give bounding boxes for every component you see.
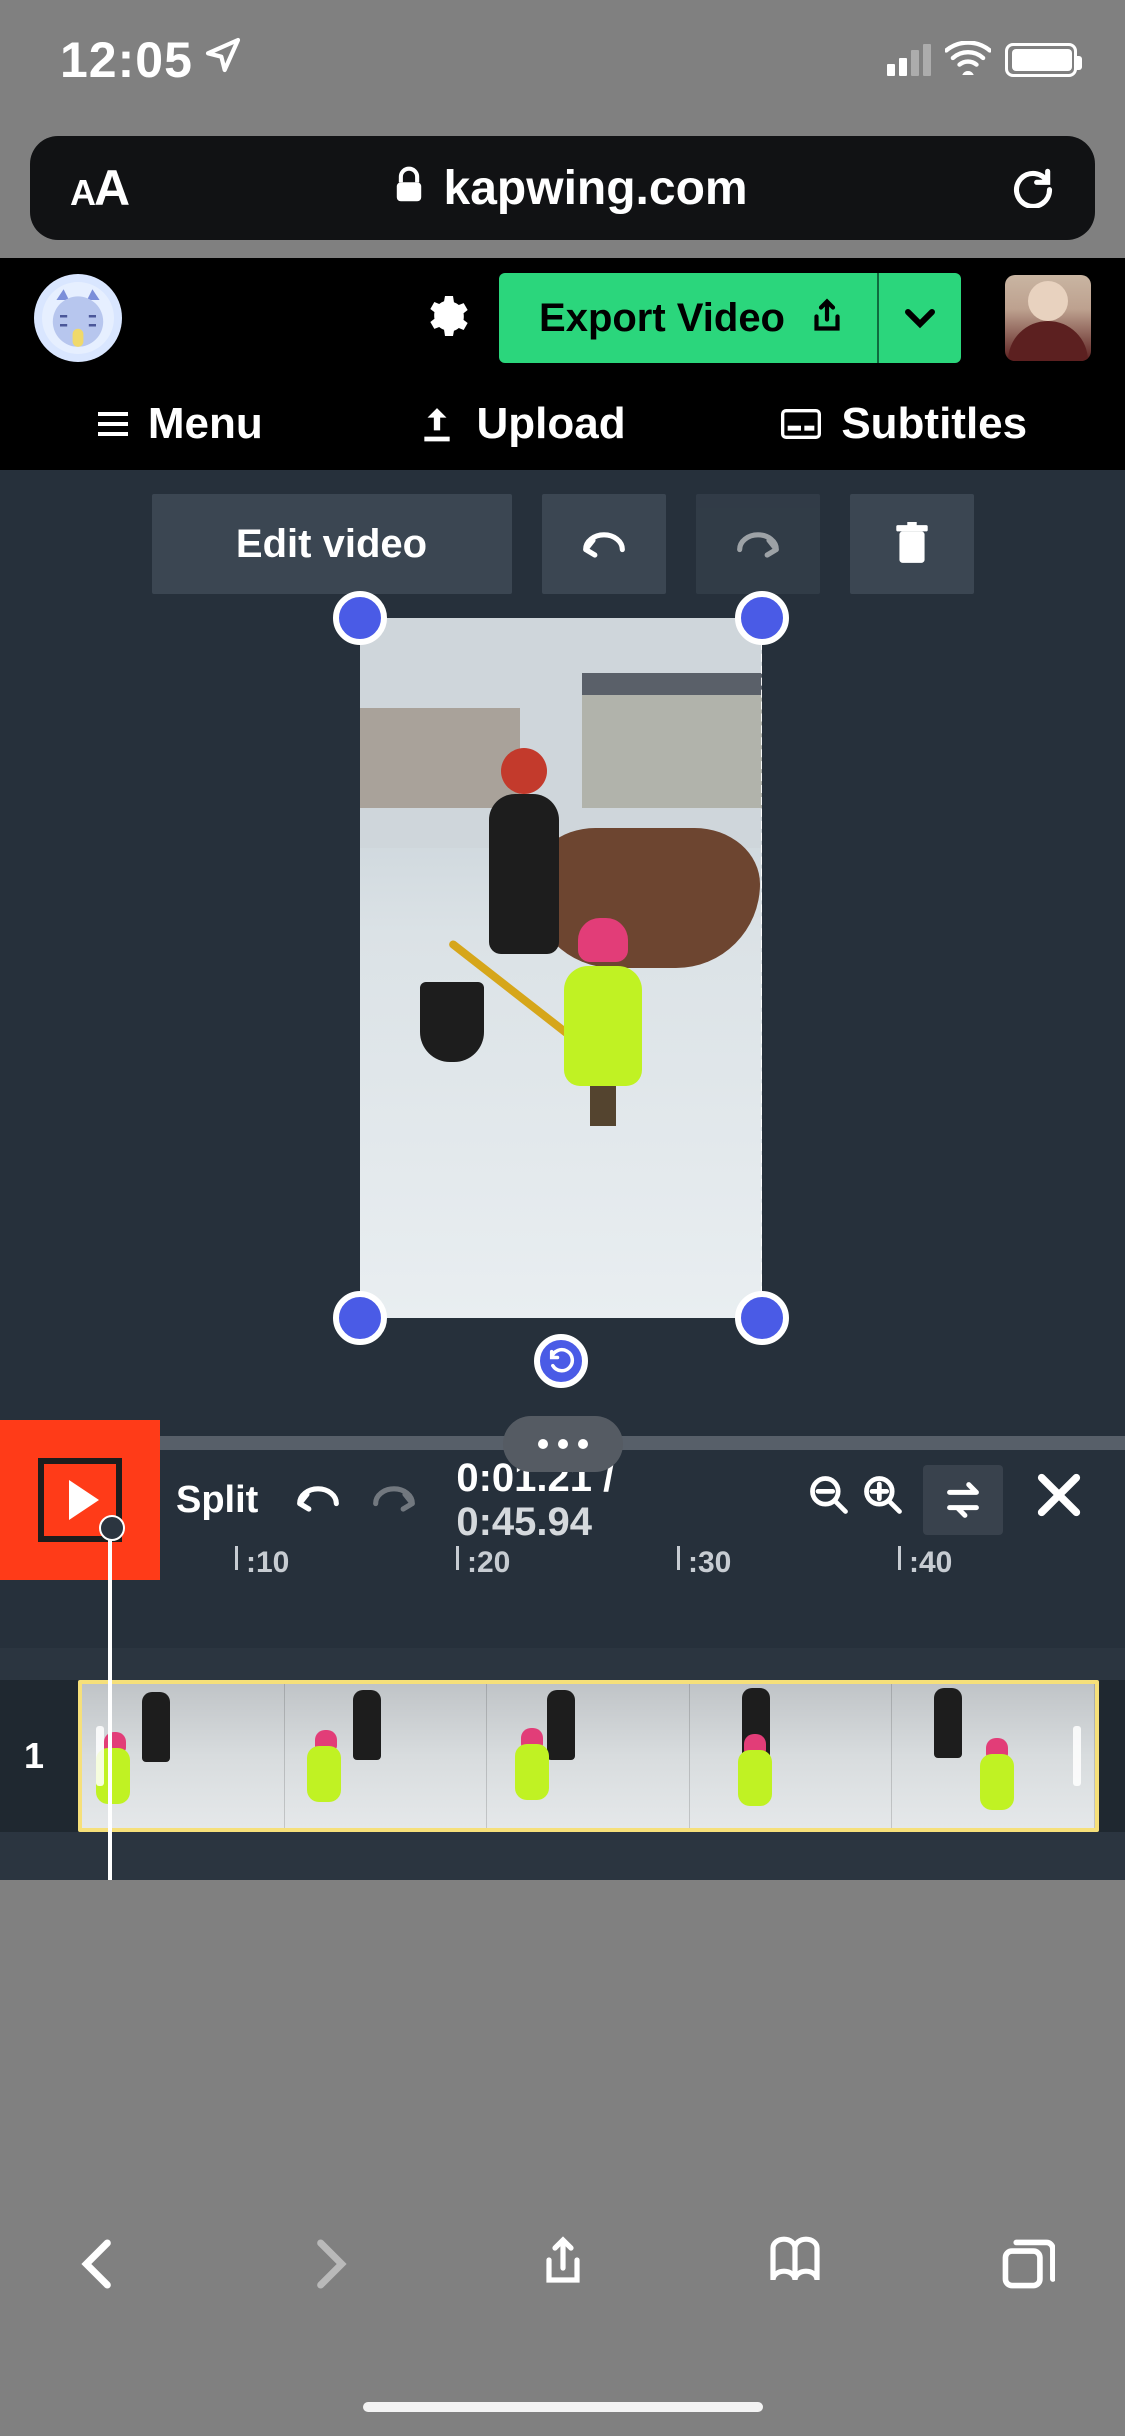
timeline-ruler[interactable]: :10 :20 :30 :40 <box>160 1546 1125 1606</box>
subtitles-icon <box>781 408 821 440</box>
ruler-tick: :10 <box>235 1546 289 1570</box>
video-preview[interactable] <box>360 618 762 1318</box>
app-menubar: Menu Upload Subtitles <box>0 378 1125 470</box>
zoom-in-icon <box>861 1473 905 1517</box>
edit-video-button[interactable]: Edit video <box>152 494 512 594</box>
status-time: 12:05 <box>60 31 193 89</box>
resize-handle-tr[interactable] <box>735 591 789 645</box>
share-icon <box>535 2236 591 2292</box>
subtitles-button[interactable]: Subtitles <box>781 399 1027 449</box>
lock-icon <box>392 161 426 216</box>
battery-icon <box>1005 43 1077 77</box>
export-label: Export Video <box>539 296 785 341</box>
fit-icon <box>940 1481 986 1519</box>
chevron-right-icon <box>302 2236 358 2292</box>
zoom-in-button[interactable] <box>861 1473 905 1527</box>
profile-avatar[interactable] <box>1005 275 1091 361</box>
hamburger-icon <box>98 412 128 436</box>
rotate-icon <box>547 1347 575 1375</box>
export-dropdown[interactable] <box>879 273 961 363</box>
play-button[interactable] <box>0 1420 160 1580</box>
cellular-icon <box>887 44 931 76</box>
tabs-button[interactable] <box>999 2236 1055 2297</box>
address-bar[interactable]: AA kapwing.com <box>30 136 1095 240</box>
close-timeline-button[interactable] <box>1033 1469 1085 1531</box>
trash-icon <box>892 522 932 566</box>
status-bar: 12:05 <box>0 0 1125 120</box>
panel-drag-handle[interactable] <box>503 1416 623 1472</box>
wifi-icon <box>945 41 991 80</box>
bookmarks-button[interactable] <box>767 2236 823 2297</box>
workspace-avatar[interactable] <box>34 274 122 362</box>
url-text: kapwing.com <box>444 161 748 216</box>
track-area[interactable]: 1 <box>0 1648 1125 1880</box>
reload-button[interactable] <box>1011 164 1055 213</box>
text-size-button[interactable]: AA <box>70 159 128 217</box>
close-icon <box>1033 1469 1085 1521</box>
clip-trim-left[interactable] <box>96 1726 104 1786</box>
timeline-undo[interactable] <box>296 1478 340 1523</box>
book-icon <box>767 2236 823 2292</box>
browser-toolbar <box>0 2186 1125 2436</box>
zoom-out-icon <box>807 1473 851 1517</box>
app-header: Export Video <box>0 258 1125 378</box>
ruler-tick: :20 <box>456 1546 510 1570</box>
share-button[interactable] <box>535 2236 591 2297</box>
edit-toolbar: Edit video <box>0 470 1125 594</box>
redo-button[interactable] <box>696 494 820 594</box>
home-indicator[interactable] <box>363 2402 763 2412</box>
ruler-tick: :30 <box>677 1546 731 1570</box>
video-clip[interactable] <box>78 1680 1099 1832</box>
track-row-label: 1 <box>24 1680 44 1832</box>
export-button[interactable]: Export Video <box>499 273 879 363</box>
play-icon <box>69 1480 99 1520</box>
split-button[interactable]: Split <box>176 1479 258 1522</box>
resize-handle-tl[interactable] <box>333 591 387 645</box>
canvas-area: Edit video Split <box>0 470 1125 1880</box>
ruler-tick: :40 <box>898 1546 952 1570</box>
menu-button[interactable]: Menu <box>98 399 263 449</box>
clip-trim-right[interactable] <box>1073 1726 1081 1786</box>
fit-timeline-button[interactable] <box>923 1465 1003 1535</box>
resize-handle-br[interactable] <box>735 1291 789 1345</box>
timeline-redo[interactable] <box>372 1478 416 1523</box>
undo-button[interactable] <box>542 494 666 594</box>
delete-button[interactable] <box>850 494 974 594</box>
forward-button[interactable] <box>302 2236 358 2297</box>
resize-handle-bl[interactable] <box>333 1291 387 1345</box>
rotate-handle[interactable] <box>534 1334 588 1388</box>
zoom-out-button[interactable] <box>807 1473 851 1527</box>
settings-button[interactable] <box>421 292 469 345</box>
redo-icon <box>736 529 780 559</box>
undo-icon <box>582 529 626 559</box>
upload-button[interactable]: Upload <box>418 399 625 449</box>
tabs-icon <box>999 2236 1055 2292</box>
upload-icon <box>418 405 456 443</box>
location-icon <box>203 35 243 86</box>
chevron-down-icon <box>902 306 938 330</box>
share-up-icon <box>809 298 845 338</box>
selection-box[interactable] <box>360 618 762 1318</box>
chevron-left-icon <box>70 2236 126 2292</box>
playhead[interactable] <box>108 1530 112 1880</box>
back-button[interactable] <box>70 2236 126 2297</box>
